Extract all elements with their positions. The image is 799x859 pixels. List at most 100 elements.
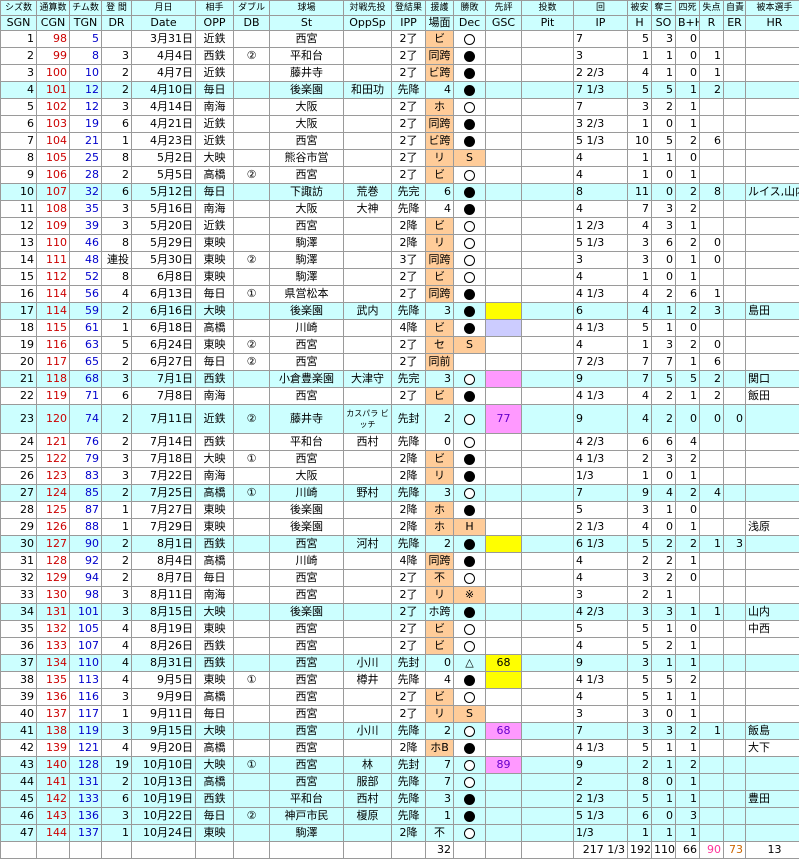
cell-date: 5月16日 bbox=[132, 201, 196, 218]
cell-pitches bbox=[522, 320, 574, 337]
cell-stadium: 西宮 bbox=[270, 570, 344, 587]
cell-situation: ビ bbox=[426, 689, 454, 706]
header-row-codes: SGNCGNTGNDRDateOPPDBStOppSpIPP場面DecGSCPi… bbox=[1, 16, 799, 31]
cell-er bbox=[724, 303, 746, 320]
totals-empty bbox=[102, 842, 132, 859]
cell-hits: 10 bbox=[628, 133, 652, 150]
cell-tgn: 94 bbox=[70, 570, 102, 587]
cell-ipp: 2了 bbox=[392, 167, 426, 184]
cell-sgn: 22 bbox=[1, 388, 37, 405]
cell-er bbox=[724, 116, 746, 133]
cell-gsc bbox=[486, 808, 522, 825]
cell-sgn: 17 bbox=[1, 303, 37, 320]
cell-db bbox=[234, 434, 270, 451]
cell-er bbox=[724, 672, 746, 689]
cell-db bbox=[234, 82, 270, 99]
totals-empty bbox=[522, 842, 574, 859]
cell-ip: 9 bbox=[574, 371, 628, 388]
cell-decision bbox=[454, 791, 486, 808]
cell-ip: 4 1/3 bbox=[574, 740, 628, 757]
cell-opp: 東映 bbox=[196, 337, 234, 354]
cell-runs: 1 bbox=[700, 536, 724, 553]
cell-hits: 1 bbox=[628, 48, 652, 65]
cell-er bbox=[724, 184, 746, 201]
cell-stadium: 大阪 bbox=[270, 468, 344, 485]
cell-opp: 高橋 bbox=[196, 167, 234, 184]
cell-opp: 毎日 bbox=[196, 706, 234, 723]
cell-opp: 近鉄 bbox=[196, 133, 234, 150]
cell-sgn: 33 bbox=[1, 587, 37, 604]
cell-situation: ビ bbox=[426, 451, 454, 468]
cell-hr bbox=[746, 82, 799, 99]
cell-hits: 4 bbox=[628, 405, 652, 434]
cell-cgn: 144 bbox=[37, 825, 70, 842]
cell-stadium: 駒澤 bbox=[270, 252, 344, 269]
cell-db bbox=[234, 740, 270, 757]
cell-opp-starter bbox=[344, 133, 392, 150]
cell-gsc bbox=[486, 451, 522, 468]
cell-sgn: 40 bbox=[1, 706, 37, 723]
cell-date: 10月13日 bbox=[132, 774, 196, 791]
cell-runs bbox=[700, 99, 724, 116]
cell-db: ① bbox=[234, 485, 270, 502]
cell-ip: 4 bbox=[574, 269, 628, 286]
cell-dr: 3 bbox=[102, 48, 132, 65]
cell-decision bbox=[454, 303, 486, 320]
cell-runs bbox=[700, 218, 724, 235]
cell-tgn: 87 bbox=[70, 502, 102, 519]
cell-gsc bbox=[486, 638, 522, 655]
cell-db bbox=[234, 303, 270, 320]
cell-decision bbox=[454, 320, 486, 337]
totals-empty bbox=[454, 842, 486, 859]
cell-hits: 5 bbox=[628, 621, 652, 638]
cell-ipp: 先封 bbox=[392, 405, 426, 434]
cell-situation: 2 bbox=[426, 723, 454, 740]
cell-gsc bbox=[486, 485, 522, 502]
cell-er bbox=[724, 485, 746, 502]
cell-sgn: 31 bbox=[1, 553, 37, 570]
cell-bh: 1 bbox=[676, 655, 700, 672]
cell-ipp: 2了 bbox=[392, 286, 426, 303]
header-top-6: ダブル bbox=[234, 1, 270, 16]
table-row: 131104685月29日東映駒澤2降リ5 1/33620 bbox=[1, 235, 799, 252]
cell-ip: 1 2/3 bbox=[574, 218, 628, 235]
cell-sgn: 36 bbox=[1, 638, 37, 655]
cell-ip: 4 1/3 bbox=[574, 388, 628, 405]
cell-date: 5月5日 bbox=[132, 167, 196, 184]
header-top-2: チム数 bbox=[70, 1, 102, 16]
cell-runs: 2 bbox=[700, 371, 724, 388]
cell-dr: 3 bbox=[102, 468, 132, 485]
cell-so: 5 bbox=[652, 371, 676, 388]
cell-opp: 南海 bbox=[196, 99, 234, 116]
table-row: 281258717月27日東映後楽園2降ホ5310 bbox=[1, 502, 799, 519]
cell-decision bbox=[454, 48, 486, 65]
cell-tgn: 21 bbox=[70, 133, 102, 150]
cell-sgn: 9 bbox=[1, 167, 37, 184]
cell-ipp: 4降 bbox=[392, 320, 426, 337]
cell-pitches bbox=[522, 621, 574, 638]
cell-cgn: 109 bbox=[37, 218, 70, 235]
cell-gsc bbox=[486, 65, 522, 82]
cell-runs bbox=[700, 808, 724, 825]
cell-gsc bbox=[486, 371, 522, 388]
cell-stadium: 西宮 bbox=[270, 587, 344, 604]
cell-runs: 1 bbox=[700, 286, 724, 303]
loss-mark bbox=[464, 437, 475, 448]
cell-db: ② bbox=[234, 354, 270, 371]
cell-ip: 5 1/3 bbox=[574, 133, 628, 150]
cell-bh: 0 bbox=[676, 65, 700, 82]
cell-so: 1 bbox=[652, 791, 676, 808]
table-row: 201176526月27日毎日②西宮2了同前7 2/37716 bbox=[1, 354, 799, 371]
cell-runs: 3 bbox=[700, 303, 724, 320]
cell-stadium: 熊谷市営 bbox=[270, 150, 344, 167]
cell-hits: 2 bbox=[628, 451, 652, 468]
cell-bh: 2 bbox=[676, 201, 700, 218]
cell-tgn: 10 bbox=[70, 65, 102, 82]
cell-cgn: 127 bbox=[37, 536, 70, 553]
cell-hits: 8 bbox=[628, 774, 652, 791]
cell-ip: 4 bbox=[574, 553, 628, 570]
cell-db bbox=[234, 218, 270, 235]
cell-hits: 6 bbox=[628, 808, 652, 825]
cell-so: 1 bbox=[652, 150, 676, 167]
cell-bh: 1 bbox=[676, 116, 700, 133]
